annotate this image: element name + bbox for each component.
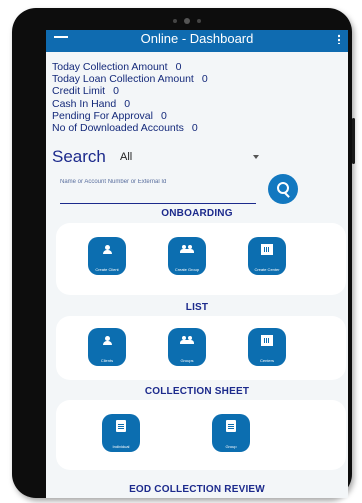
collection-sheet-title: COLLECTION SHEET <box>144 386 250 397</box>
group-icon <box>180 245 194 255</box>
clipboard-icon <box>226 420 236 432</box>
eod-collection-review-title: EOD COLLECTION REVIEW <box>129 484 265 495</box>
clipboard-icon <box>116 420 126 432</box>
user-icon <box>103 245 112 255</box>
groups-button[interactable]: Groups <box>168 328 206 366</box>
app-screen: Online - Dashboard Today Collection Amou… <box>46 30 348 498</box>
stat-today-loan-collection: Today Loan Collection Amount 0 <box>52 73 208 86</box>
search-input[interactable] <box>60 171 256 204</box>
search-button[interactable] <box>268 174 298 204</box>
stat-credit-limit: Credit Limit 0 <box>52 85 119 98</box>
list-title: LIST <box>185 302 209 313</box>
stat-today-collection: Today Collection Amount 0 <box>52 61 182 73</box>
phone-frame: Online - Dashboard Today Collection Amou… <box>12 8 355 498</box>
user-icon <box>103 336 112 346</box>
search-icon <box>277 182 289 194</box>
individual-collection-button[interactable]: Individual <box>102 414 140 452</box>
onboarding-card: Create Client Create Group Create Center <box>56 223 346 295</box>
building-icon <box>261 244 273 255</box>
onboarding-title: ONBOARDING <box>161 208 233 219</box>
building-icon <box>261 335 273 346</box>
app-title: Online - Dashboard <box>140 31 254 46</box>
create-group-button[interactable]: Create Group <box>168 237 206 275</box>
stats-panel: Today Collection Amount 0 Today Loan Coll… <box>52 61 208 134</box>
search-filter-select[interactable]: All <box>120 151 132 163</box>
stat-pending-approval: Pending For Approval 0 <box>52 109 167 122</box>
clients-button[interactable]: Clients <box>88 328 126 366</box>
list-card: Clients Groups Centers <box>56 316 346 380</box>
more-options-icon[interactable] <box>338 34 340 44</box>
collection-sheet-card: Individual Group <box>56 400 346 470</box>
side-button <box>352 118 355 164</box>
create-client-button[interactable]: Create Client <box>88 237 126 275</box>
app-bar: Online - Dashboard <box>46 30 348 52</box>
camera-icon <box>170 17 204 25</box>
group-icon <box>180 336 194 346</box>
stat-downloaded-accounts: No of Downloaded Accounts 0 <box>52 122 198 135</box>
centers-button[interactable]: Centers <box>248 328 286 366</box>
group-collection-button[interactable]: Group <box>212 414 250 452</box>
stat-cash-in-hand: Cash In Hand 0 <box>52 97 131 110</box>
chevron-down-icon[interactable] <box>253 155 259 159</box>
search-heading: Search <box>52 147 106 166</box>
create-center-button[interactable]: Create Center <box>248 237 286 275</box>
